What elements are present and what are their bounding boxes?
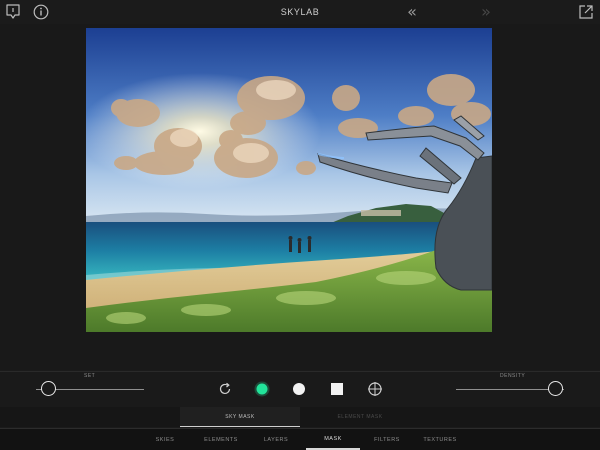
bottom-navigation: SKIES ELEMENTS LAYERS MASK FILTERS TEXTU… [0, 428, 600, 450]
nav-filters[interactable]: FILTERS [368, 429, 406, 450]
app-window: SKYLAB « » SET DENSITY SKY MASK ELEMENT … [0, 0, 600, 450]
density-slider[interactable]: DENSITY [456, 372, 574, 402]
mask-subtabs: SKY MASK ELEMENT MASK [0, 407, 600, 427]
tab-sky-mask[interactable]: SKY MASK [180, 407, 300, 427]
double-chevron-right-icon: » [481, 2, 491, 21]
density-slider-label: DENSITY [500, 373, 526, 379]
density-slider-thumb[interactable] [547, 381, 563, 396]
beach-photo-image [86, 28, 492, 332]
nav-mask[interactable]: MASK [306, 429, 360, 450]
white-circle-brush-icon[interactable] [290, 380, 308, 398]
tab-element-mask[interactable]: ELEMENT MASK [300, 407, 420, 427]
rotate-refresh-icon[interactable] [216, 380, 234, 398]
green-brush-dot-icon[interactable] [253, 380, 271, 398]
nav-skies[interactable]: SKIES [146, 429, 184, 450]
undo-button[interactable]: « [402, 2, 422, 22]
editor-canvas[interactable] [0, 24, 600, 370]
double-chevron-left-icon: « [407, 2, 417, 21]
photo-preview[interactable] [86, 28, 492, 332]
white-square-brush-icon[interactable] [328, 380, 346, 398]
nav-textures[interactable]: TEXTURES [418, 429, 462, 450]
nav-elements[interactable]: ELEMENTS [196, 429, 246, 450]
share-arrow-icon[interactable] [576, 2, 596, 22]
redo-button[interactable]: » [476, 2, 496, 22]
set-slider-thumb[interactable] [41, 381, 57, 396]
nav-layers[interactable]: LAYERS [256, 429, 296, 450]
set-slider[interactable]: SET [36, 372, 144, 402]
set-slider-label: SET [84, 373, 96, 379]
mask-controls: SET DENSITY [0, 371, 600, 408]
crosshair-target-icon[interactable] [366, 380, 384, 398]
top-toolbar: SKYLAB « » [0, 0, 600, 24]
app-title: SKYLAB [280, 7, 320, 17]
